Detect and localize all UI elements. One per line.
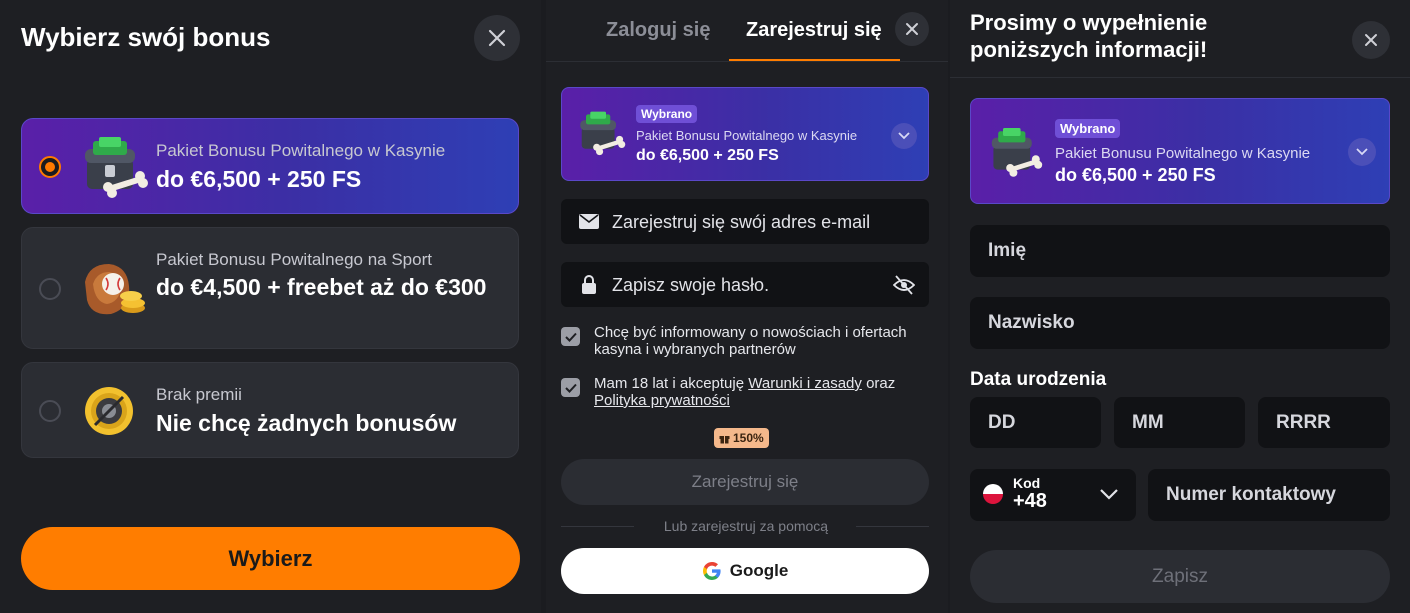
register-panel: Zaloguj się Zarejestruj się Wybrano Paki… <box>546 0 948 613</box>
expand-button[interactable] <box>891 123 917 149</box>
terms-mid: oraz <box>861 375 896 392</box>
bonus-select-title: Wybierz swój bonus <box>21 22 271 52</box>
mail-icon <box>579 214 599 229</box>
chevron-down-icon <box>1100 489 1118 500</box>
bonus-option-casino[interactable]: Pakiet Bonusu Powitalnego w Kasynie do €… <box>21 118 519 214</box>
phone-code-label: Kod <box>1013 475 1041 491</box>
newsletter-checkbox[interactable] <box>561 327 580 346</box>
divider <box>561 526 634 527</box>
password-field[interactable]: Zapisz swoje hasło. <box>561 262 929 307</box>
close-button[interactable] <box>1352 21 1390 59</box>
close-button[interactable] <box>474 15 520 61</box>
details-panel: Prosimy o wypełnienie poniższych informa… <box>950 0 1410 613</box>
terms-consent: Mam 18 lat i akceptuję Warunki i zasady … <box>561 375 931 411</box>
phone-code-value: +48 <box>1013 490 1047 512</box>
option-amount: do €4,500 + freebet aż do €300 <box>156 274 487 300</box>
radio-unselected[interactable] <box>39 400 61 422</box>
option-subtitle: Pakiet Bonusu Powitalnego na Sport <box>156 250 432 269</box>
dob-day-field[interactable]: DD <box>970 397 1101 448</box>
divider <box>856 526 929 527</box>
baseball-glove-icon <box>85 264 145 315</box>
close-icon <box>1365 34 1377 46</box>
option-subtitle: Pakiet Bonusu Powitalnego w Kasynie <box>156 141 446 160</box>
promo-badge: 150% <box>714 428 769 448</box>
save-button[interactable]: Zapisz <box>970 550 1390 603</box>
check-icon <box>564 332 577 342</box>
terms-link[interactable]: Warunki i zasady <box>748 375 862 392</box>
selected-badge: Wybrano <box>636 105 698 123</box>
tab-login[interactable]: Zaloguj się <box>606 19 710 42</box>
divider <box>546 61 948 62</box>
details-title: Prosimy o wypełnienie poniższych informa… <box>970 10 1208 62</box>
close-icon <box>906 23 918 35</box>
promo-badge-text: 150% <box>733 431 764 445</box>
treasure-chest-icon <box>580 111 626 156</box>
email-field[interactable]: Zarejestruj się swój adres e-mail <box>561 199 929 244</box>
banner-amount: do €6,500 + 250 FS <box>636 147 779 164</box>
tab-register[interactable]: Zarejestruj się <box>746 19 882 42</box>
google-button-label: Google <box>729 561 789 580</box>
selected-badge: Wybrano <box>1055 119 1121 138</box>
treasure-chest-icon <box>85 137 148 198</box>
terms-checkbox[interactable] <box>561 378 580 397</box>
dob-month-field[interactable]: MM <box>1114 397 1245 448</box>
chevron-down-icon <box>898 132 910 140</box>
bonus-option-none[interactable]: Brak premii Nie chcę żadnych bonusów <box>21 362 519 458</box>
check-icon <box>564 383 577 393</box>
option-subtitle: Brak premii <box>156 385 242 404</box>
radio-selected[interactable] <box>39 156 61 178</box>
selected-bonus-banner[interactable]: Wybrano Pakiet Bonusu Powitalnego w Kasy… <box>970 98 1390 204</box>
expand-button[interactable] <box>1348 138 1376 166</box>
phone-number-placeholder: Numer kontaktowy <box>1166 484 1336 505</box>
terms-prefix: Mam 18 lat i akceptuję <box>594 375 749 392</box>
password-placeholder: Zapisz swoje hasło. <box>612 275 770 295</box>
newsletter-text: Chcę być informowany o nowościach i ofer… <box>594 324 907 358</box>
divider <box>950 77 1410 78</box>
phone-number-field[interactable]: Numer kontaktowy <box>1148 469 1390 521</box>
selected-bonus-banner[interactable]: Wybrano Pakiet Bonusu Powitalnego w Kasy… <box>561 87 929 181</box>
bonus-option-sport[interactable]: Pakiet Bonusu Powitalnego na Sport do €4… <box>21 227 519 349</box>
treasure-chest-icon <box>991 128 1043 177</box>
or-text: Lub zarejestruj za pomocą <box>663 518 829 534</box>
poland-flag-icon <box>983 484 1003 504</box>
dob-year-placeholder: RRRR <box>1276 411 1331 433</box>
option-amount: Nie chcę żadnych bonusów <box>156 410 457 436</box>
radio-unselected[interactable] <box>39 278 61 300</box>
no-bonus-coin-icon <box>85 387 133 435</box>
dob-year-field[interactable]: RRRR <box>1258 397 1390 448</box>
option-amount: do €6,500 + 250 FS <box>156 166 362 192</box>
choose-button[interactable]: Wybierz <box>21 527 520 590</box>
google-signup-button[interactable]: Google <box>561 548 929 594</box>
google-icon <box>702 562 721 580</box>
register-button[interactable]: Zarejestruj się <box>561 459 929 505</box>
close-icon <box>488 29 506 47</box>
eye-off-icon[interactable] <box>893 275 915 295</box>
banner-amount: do €6,500 + 250 FS <box>1055 165 1216 185</box>
dob-label: Data urodzenia <box>970 369 1107 390</box>
bonus-select-panel: Wybierz swój bonus Pakiet Bonusu Powital… <box>0 0 541 613</box>
banner-subtitle: Pakiet Bonusu Powitalnego w Kasynie <box>636 128 858 143</box>
newsletter-consent: Chcę być informowany o nowościach i ofer… <box>561 324 931 360</box>
gift-icon <box>719 435 730 443</box>
privacy-link[interactable]: Polityka prywatności <box>594 392 730 409</box>
phone-code-select[interactable]: Kod +48 <box>970 469 1136 521</box>
first-name-field[interactable]: Imię <box>970 225 1390 277</box>
terms-text: Mam 18 lat i akceptuję Warunki i zasady … <box>594 375 939 409</box>
email-placeholder: Zarejestruj się swój adres e-mail <box>612 212 871 232</box>
chevron-down-icon <box>1356 148 1368 156</box>
close-button[interactable] <box>895 12 929 46</box>
lock-icon <box>582 275 596 294</box>
dob-month-placeholder: MM <box>1132 411 1164 433</box>
dob-day-placeholder: DD <box>988 411 1016 433</box>
banner-subtitle: Pakiet Bonusu Powitalnego w Kasynie <box>1055 145 1311 162</box>
last-name-placeholder: Nazwisko <box>988 312 1075 333</box>
last-name-field[interactable]: Nazwisko <box>970 297 1390 349</box>
first-name-placeholder: Imię <box>988 240 1027 261</box>
